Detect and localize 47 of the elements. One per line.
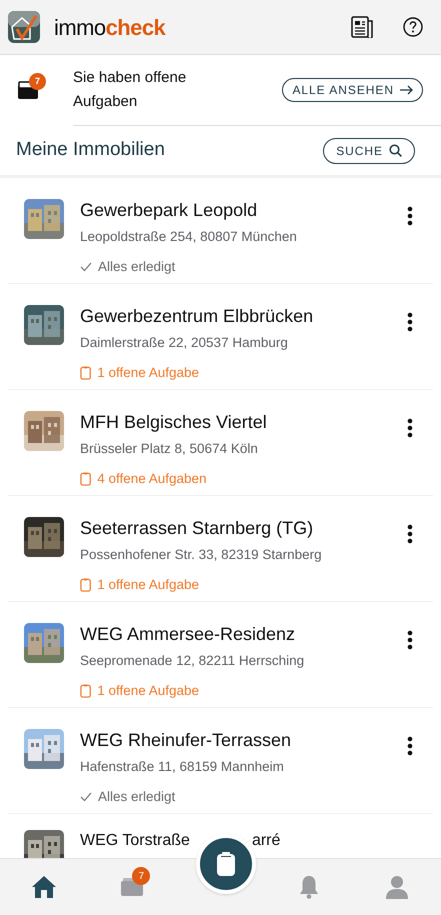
property-address: Brüsseler Platz 8, 50674 Köln [80,440,259,458]
property-address: Possenhofener Str. 33, 82319 Starnberg [80,546,323,564]
task-status: 1 offene Aufgabe [97,576,200,594]
more-options-icon[interactable] [407,736,413,756]
more-options-icon[interactable] [407,312,413,332]
task-status: 4 offene Aufgaben [97,470,207,488]
property-address: Leopoldstraße 254, 80807 München [80,228,298,246]
property-title[interactable]: WEG Rheinufer-Terrassen [80,729,407,751]
property-title[interactable]: WEG Torstraße [80,830,190,852]
property-address: Seepromenade 12, 82211 Herrsching [80,652,306,670]
search-icon [389,144,402,157]
inbox-icon[interactable] [120,877,144,897]
section-title: Meine Immobilien [16,138,165,162]
view-all-button[interactable]: ALLE ANSEHEN [282,78,423,102]
app-title: immocheck [54,14,166,42]
property-title[interactable]: Gewerbezentrum Elbbrücken [80,305,407,327]
property-title[interactable]: Gewerbepark Leopold [80,199,407,221]
app-logo-icon [8,11,40,43]
clipboard-icon [80,366,92,380]
more-options-icon[interactable] [407,418,413,438]
notification-badge: 7 [132,867,150,885]
help-icon[interactable] [403,17,423,37]
notification-badge: 7 [29,73,46,90]
task-status: 1 offene Aufgabe [97,364,200,382]
clipboard-icon [217,852,235,876]
more-options-icon[interactable] [407,630,413,650]
property-title[interactable]: WEG Ammersee-Residenz [80,623,407,645]
task-status: Alles erledigt [98,258,176,276]
property-title[interactable]: MFH Belgisches Viertel [80,411,407,433]
property-title[interactable]: arré [252,830,280,852]
task-status: 1 offene Aufgabe [97,682,200,700]
property-title[interactable]: Seeterrassen Starnberg (TG) [80,517,407,539]
open-tasks-message: Sie haben offene Aufgaben [73,68,188,112]
clipboard-icon [80,684,92,698]
clipboard-icon [80,472,92,486]
clipboard-icon [80,578,92,592]
task-status: Alles erledigt [98,788,176,806]
search-button[interactable]: SUCHE [323,138,415,164]
more-options-icon[interactable] [407,206,413,226]
property-address: Daimlerstraße 22, 20537 Hamburg [80,334,289,352]
check-icon [80,262,92,272]
more-options-icon[interactable] [407,524,413,544]
newspaper-icon[interactable] [351,16,373,38]
home-icon[interactable] [31,875,58,899]
property-address: Hafenstraße 11, 68159 Mannheim [80,758,285,776]
arrow-right-icon [400,85,413,95]
check-icon [80,792,92,802]
